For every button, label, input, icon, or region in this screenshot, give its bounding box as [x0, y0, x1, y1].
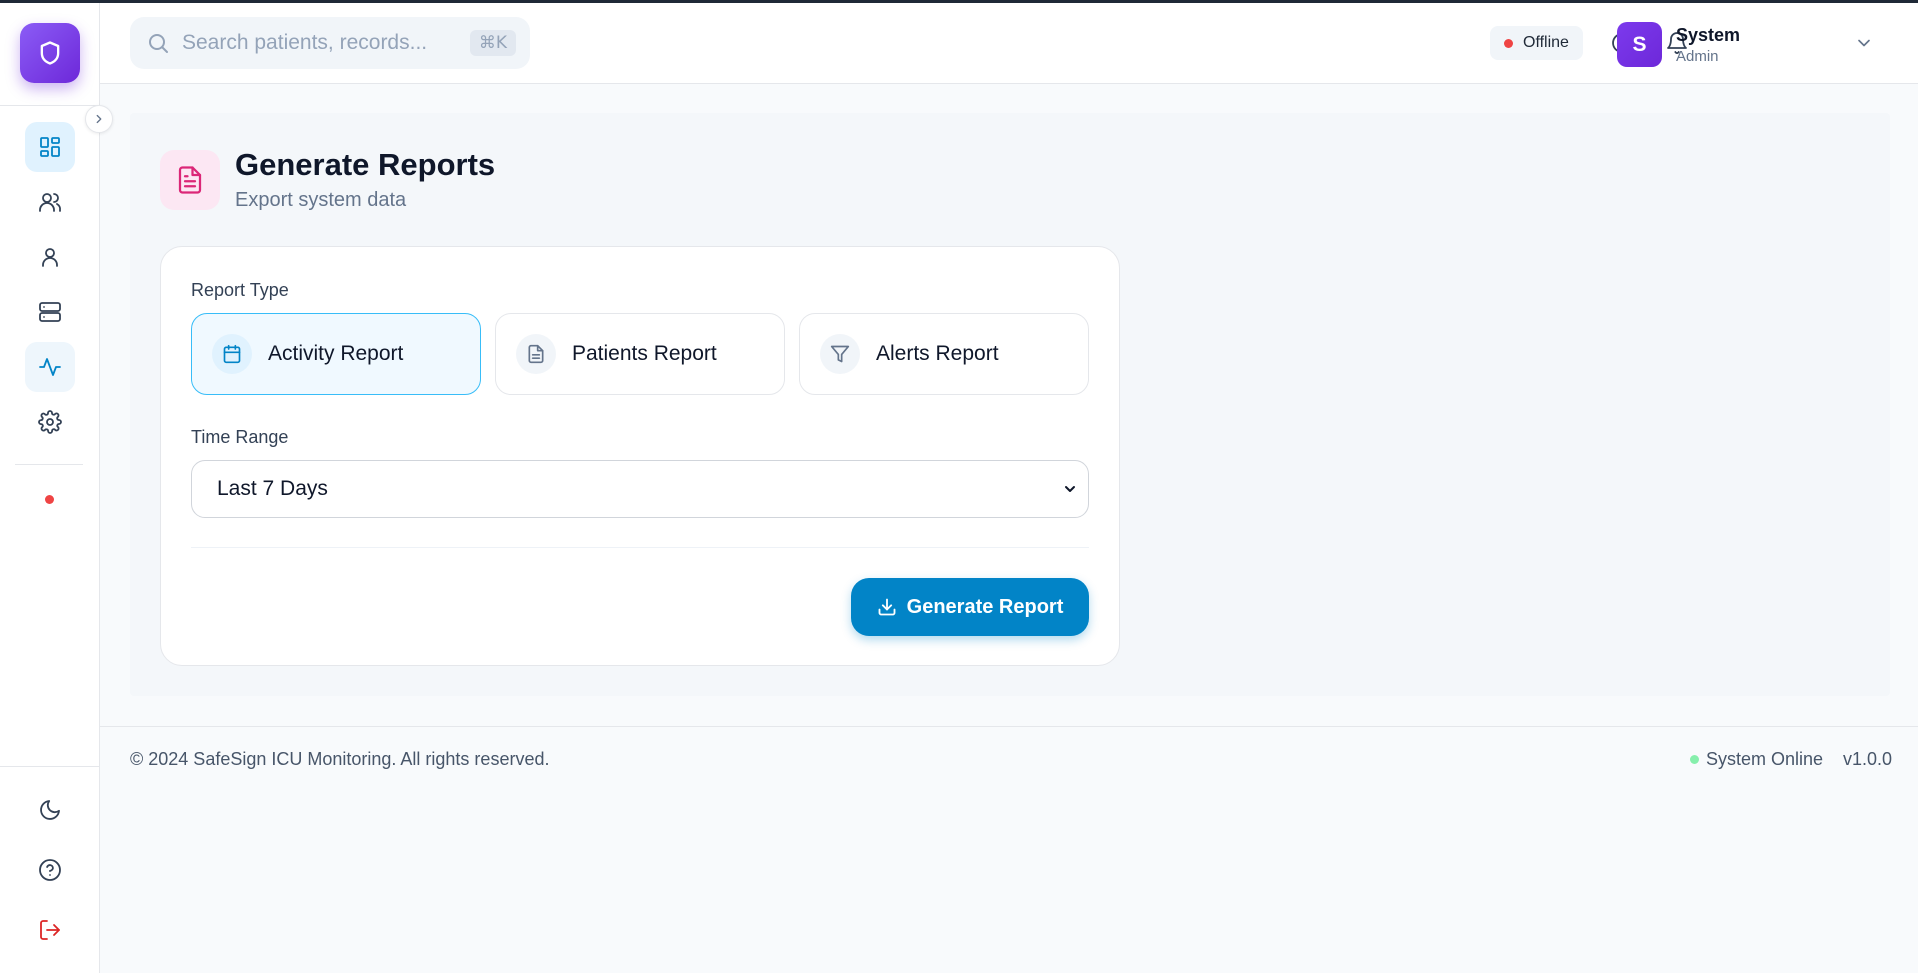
sidebar-item-theme[interactable]	[25, 785, 75, 835]
download-icon	[878, 598, 896, 616]
page-icon	[160, 150, 220, 210]
app-version: v1.0.0	[1843, 749, 1893, 769]
connection-status-badge: Offline	[1490, 26, 1583, 60]
report-type-icon	[820, 334, 860, 374]
user-icon	[42, 248, 58, 267]
gear-icon	[38, 410, 62, 434]
system-status-label: System Online	[1706, 749, 1824, 769]
time-range-label: Time Range	[191, 427, 289, 447]
search-icon	[149, 34, 168, 53]
help-circle-icon	[39, 859, 61, 881]
server-icon	[39, 302, 61, 322]
report-type-icon	[516, 334, 556, 374]
status-dot	[45, 495, 54, 504]
sidebar-collapse-button[interactable]	[85, 105, 113, 133]
footer-divider	[100, 726, 1918, 727]
file-text-icon	[528, 344, 544, 364]
connection-status-label: Offline	[1523, 34, 1569, 51]
report-type-label: Report Type	[191, 280, 289, 300]
sidebar-divider	[15, 464, 83, 465]
users-icon	[39, 193, 61, 212]
sidebar-item-help[interactable]	[25, 845, 75, 895]
offline-dot	[1504, 38, 1513, 48]
moon-icon	[40, 800, 60, 820]
chevron-down-icon[interactable]	[1854, 33, 1874, 53]
generate-report-button[interactable]: Generate Report	[851, 578, 1089, 636]
sidebar-item-dashboard[interactable]	[25, 122, 75, 172]
calendar-icon	[223, 344, 241, 364]
sidebar	[0, 0, 100, 973]
file-text-icon	[178, 166, 202, 194]
footer-copyright: © 2024 SafeSign ICU Monitoring. All righ…	[130, 749, 550, 769]
report-type-alerts[interactable]: Alerts Report	[799, 313, 1089, 395]
window-top-border	[0, 0, 1918, 3]
layout-grid-icon	[40, 137, 60, 157]
sidebar-item-logout[interactable]	[25, 905, 75, 955]
user-role: Admin	[1676, 48, 1719, 65]
system-status: System Online	[1690, 749, 1823, 770]
page-title: Generate Reports	[235, 147, 496, 182]
sidebar-item-settings[interactable]	[25, 397, 75, 447]
report-type-icon	[212, 334, 252, 374]
report-type-patients[interactable]: Patients Report	[495, 313, 785, 395]
search-bar[interactable]: ⌘K	[130, 17, 530, 69]
time-range-value: Last 7 Days	[217, 477, 328, 500]
search-shortcut-badge: ⌘K	[469, 30, 516, 56]
user-name: System	[1676, 25, 1741, 45]
sidebar-item-profile[interactable]	[25, 232, 75, 282]
avatar[interactable]: S	[1617, 22, 1662, 67]
logout-icon	[40, 920, 60, 940]
sidebar-item-users[interactable]	[25, 177, 75, 227]
report-form-card: Report Type Activity Report Patients Rep…	[160, 246, 1120, 666]
top-header: ⌘K Offline S System Admin	[100, 3, 1918, 84]
activity-icon	[39, 358, 61, 376]
report-type-activity[interactable]: Activity Report	[191, 313, 481, 395]
shield-icon	[40, 41, 60, 65]
filter-icon	[830, 345, 850, 363]
sidebar-divider	[0, 105, 100, 106]
report-type-label: Activity Report	[268, 342, 404, 365]
sidebar-item-activity[interactable]	[25, 342, 75, 392]
chevron-right-icon	[96, 114, 102, 124]
chevron-down-icon	[1065, 486, 1075, 492]
sidebar-item-servers[interactable]	[25, 287, 75, 337]
online-dot	[1690, 755, 1699, 764]
sidebar-divider	[0, 766, 100, 767]
generate-report-label: Generate Report	[906, 595, 1064, 618]
page-subtitle: Export system data	[235, 189, 407, 211]
time-range-select[interactable]: Last 7 Days	[191, 460, 1089, 518]
app-logo[interactable]	[20, 23, 80, 83]
search-input[interactable]	[182, 31, 452, 55]
card-divider	[191, 547, 1089, 548]
report-type-label: Alerts Report	[876, 342, 999, 365]
report-type-label: Patients Report	[572, 342, 717, 365]
